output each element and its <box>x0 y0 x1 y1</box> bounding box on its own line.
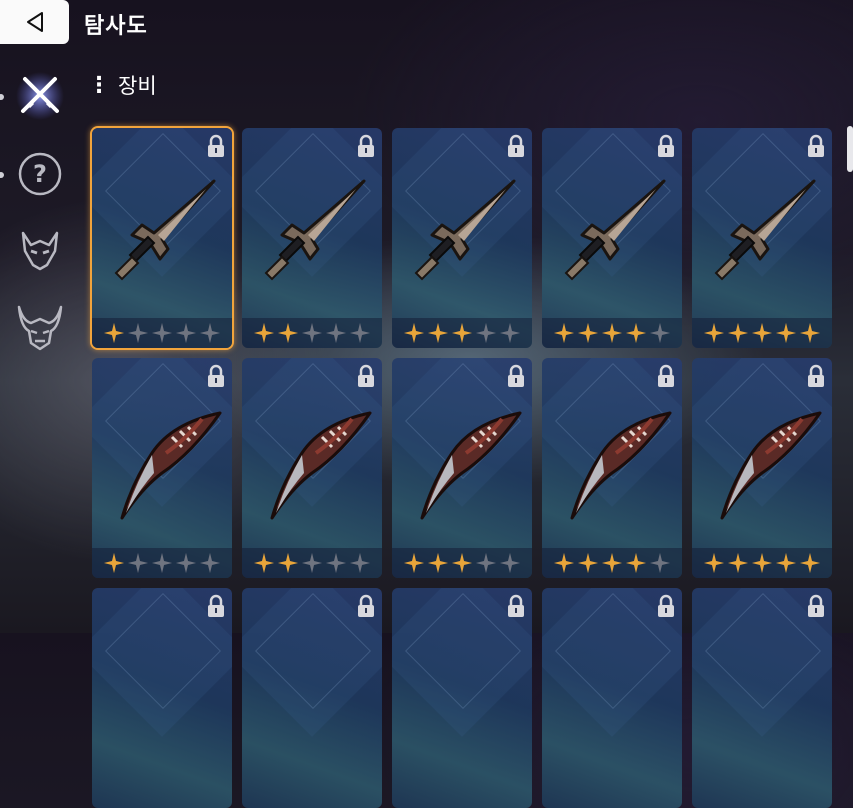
claw-blade-icon <box>270 411 372 520</box>
sidebar-item-monster[interactable] <box>14 224 66 276</box>
section-header: ⋮ 장비 <box>88 70 157 100</box>
star-rating <box>242 548 382 578</box>
page-title: 탐사도 <box>84 14 148 39</box>
sidebar-indicator-dot <box>0 94 4 100</box>
star-rating <box>692 318 832 348</box>
lock-icon <box>658 134 674 157</box>
svg-text:?: ? <box>33 160 47 188</box>
equipment-card[interactable] <box>242 358 382 578</box>
question-mark-icon: ? <box>18 152 62 196</box>
lock-icon <box>808 594 824 617</box>
back-button[interactable] <box>0 0 69 44</box>
equipment-card[interactable] <box>92 128 232 348</box>
lock-icon <box>508 364 524 387</box>
star-rating <box>692 548 832 578</box>
equipment-card[interactable] <box>392 128 532 348</box>
demon-mask-icon <box>21 231 59 271</box>
sidebar-indicator-dot <box>0 172 4 178</box>
dagger-icon <box>114 179 216 281</box>
lock-icon <box>358 594 374 617</box>
star-rating <box>542 548 682 578</box>
star-rating <box>542 318 682 348</box>
equipment-card[interactable] <box>542 358 682 578</box>
equipment-card[interactable] <box>242 128 382 348</box>
star-rating <box>242 318 382 348</box>
star-rating <box>392 548 532 578</box>
star-rating <box>92 548 232 578</box>
equipment-card[interactable] <box>92 358 232 578</box>
claw-blade-icon <box>720 411 822 520</box>
lock-icon <box>358 364 374 387</box>
lock-icon <box>808 134 824 157</box>
equipment-card[interactable] <box>92 588 232 808</box>
sidebar-item-boss[interactable] <box>14 302 66 354</box>
claw-blade-icon <box>570 411 672 520</box>
lock-icon <box>658 594 674 617</box>
equipment-card[interactable] <box>242 588 382 808</box>
lock-icon <box>208 134 224 157</box>
lock-icon <box>358 134 374 157</box>
lock-icon <box>208 364 224 387</box>
back-triangle-icon <box>26 12 43 32</box>
lock-icon <box>808 364 824 387</box>
lock-icon <box>508 594 524 617</box>
sidebar-item-unknown[interactable]: ? <box>14 148 66 200</box>
equipment-card[interactable] <box>542 128 682 348</box>
equipment-card[interactable] <box>692 128 832 348</box>
equipment-card[interactable] <box>392 358 532 578</box>
equipment-card[interactable] <box>392 588 532 808</box>
sidebar-item-equipment[interactable] <box>14 70 66 122</box>
dagger-icon <box>564 179 666 281</box>
equipment-card[interactable] <box>542 588 682 808</box>
section-menu-icon: ⋮ <box>88 72 110 98</box>
horned-demon-mask-icon <box>17 305 63 351</box>
star-rating <box>392 318 532 348</box>
dagger-icon <box>414 179 516 281</box>
equipment-card[interactable] <box>692 588 832 808</box>
scrollbar[interactable] <box>847 126 853 172</box>
dagger-icon <box>714 179 816 281</box>
crossed-swords-icon <box>16 72 64 120</box>
lock-icon <box>208 594 224 617</box>
claw-blade-icon <box>120 411 222 520</box>
lock-icon <box>658 364 674 387</box>
claw-blade-icon <box>420 411 522 520</box>
star-rating <box>92 318 232 348</box>
equipment-card[interactable] <box>692 358 832 578</box>
lock-icon <box>508 134 524 157</box>
section-label: 장비 <box>118 74 157 98</box>
dagger-icon <box>264 179 366 281</box>
